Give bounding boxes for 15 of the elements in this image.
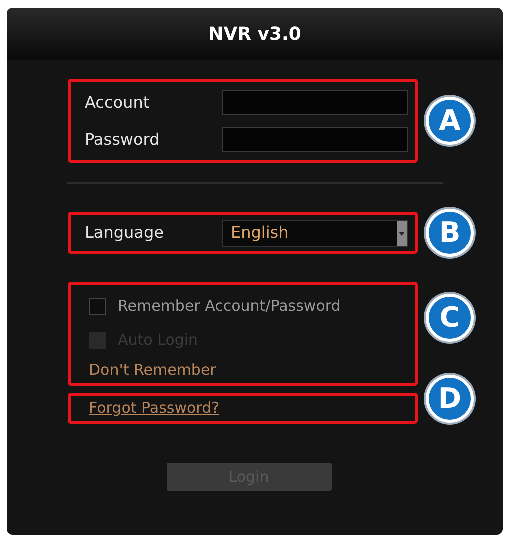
- input-field[interactable]: [222, 127, 408, 152]
- dont-remember-link[interactable]: Don't Remember: [89, 359, 216, 381]
- input-field[interactable]: [222, 90, 408, 115]
- forgot-password-link[interactable]: Forgot Password?: [89, 397, 220, 420]
- field-label: Password: [85, 128, 161, 150]
- window-title: NVR v3.0: [208, 22, 302, 46]
- callout-badge: C: [426, 294, 474, 342]
- checkbox-label: Remember Account/Password: [118, 296, 341, 317]
- callout-badge: B: [426, 209, 474, 257]
- callout-badge: A: [426, 97, 474, 145]
- field-label: Account: [85, 92, 151, 114]
- checkbox[interactable]: [89, 298, 106, 314]
- language-dropdown[interactable]: English: [222, 220, 408, 246]
- language-label: Language: [85, 222, 165, 244]
- callout-badge: D: [426, 374, 474, 422]
